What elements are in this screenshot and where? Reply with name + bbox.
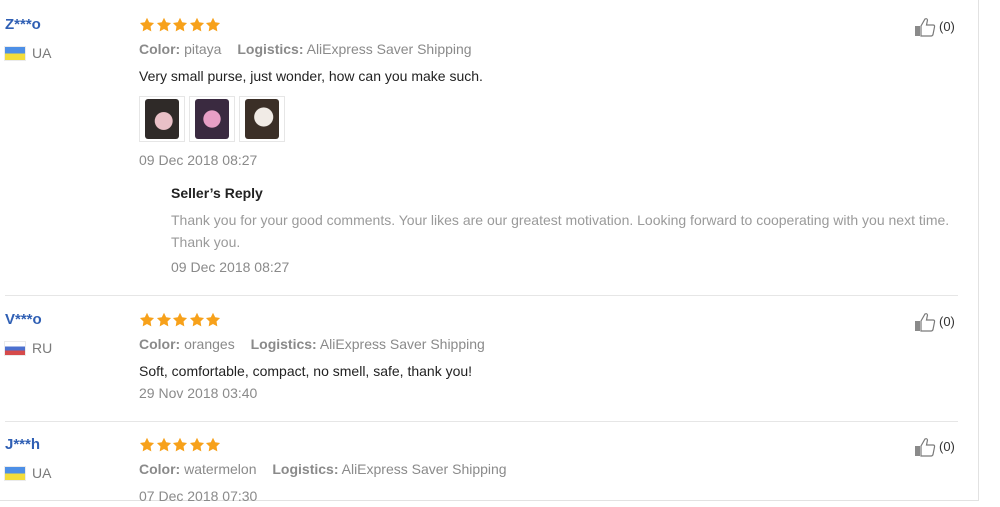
like-count: (0) xyxy=(939,19,955,34)
like-count: (0) xyxy=(939,439,955,454)
thumbs-up-icon[interactable] xyxy=(914,312,936,332)
reviewer-country: UA xyxy=(5,45,125,61)
star-icon xyxy=(139,17,155,32)
ukraine-flag-icon xyxy=(5,46,25,60)
like-button[interactable]: (0) xyxy=(914,16,955,38)
star-icon xyxy=(206,312,221,327)
logistics-value: AliExpress Saver Shipping xyxy=(341,461,507,477)
like-count: (0) xyxy=(939,314,955,329)
seller-reply-title: Seller’s Reply xyxy=(171,185,263,201)
country-code: UA xyxy=(32,465,52,481)
color-value: oranges xyxy=(184,336,235,352)
color-value: watermelon xyxy=(184,461,257,477)
seller-reply: Seller’s Reply Thank you for your good c… xyxy=(171,184,961,276)
color-label: Color: xyxy=(139,461,181,477)
review-photo-thumbnail[interactable] xyxy=(239,96,285,142)
star-icon xyxy=(189,17,204,32)
review-date: 29 Nov 2018 03:40 xyxy=(139,385,258,401)
review-photos xyxy=(139,96,959,142)
star-icon xyxy=(173,312,188,327)
review-body: Color: oranges Logistics: AliExpress Sav… xyxy=(139,311,959,402)
reviewer-info: J***h UA xyxy=(5,436,125,481)
star-icon xyxy=(156,17,171,32)
reviewer-country: UA xyxy=(5,465,125,481)
seller-reply-date: 09 Dec 2018 08:27 xyxy=(171,259,290,275)
star-icon xyxy=(206,17,221,32)
seller-reply-text: Thank you for your good comments. Your l… xyxy=(171,212,950,250)
star-rating xyxy=(139,311,959,329)
star-icon xyxy=(173,437,188,452)
order-info: Color: watermelon Logistics: AliExpress … xyxy=(139,460,959,478)
color-label: Color: xyxy=(139,336,181,352)
review-photo-thumbnail[interactable] xyxy=(189,96,235,142)
star-icon xyxy=(139,312,155,327)
review-date: 07 Dec 2018 07:30 xyxy=(139,488,258,504)
star-icon xyxy=(189,437,204,452)
thumbs-up-icon[interactable] xyxy=(914,437,936,457)
star-rating xyxy=(139,16,959,34)
star-icon xyxy=(189,312,204,327)
reviewer-name[interactable]: V***o xyxy=(5,311,125,329)
thumbs-up-icon[interactable] xyxy=(914,17,936,37)
reviewer-info: Z***o UA xyxy=(5,16,125,61)
star-icon xyxy=(173,17,188,32)
review-body: Color: watermelon Logistics: AliExpress … xyxy=(139,436,959,505)
reviewer-name[interactable]: Z***o xyxy=(5,16,125,34)
review-comment: Very small purse, just wonder, how can y… xyxy=(139,68,483,84)
star-icon xyxy=(156,312,171,327)
star-icon xyxy=(139,437,155,452)
review-body: Color: pitaya Logistics: AliExpress Save… xyxy=(139,16,959,276)
star-icon xyxy=(206,437,221,452)
review-divider xyxy=(5,421,958,422)
star-rating xyxy=(139,436,959,454)
color-value: pitaya xyxy=(184,41,222,57)
russia-flag-icon xyxy=(5,341,25,355)
logistics-value: AliExpress Saver Shipping xyxy=(306,41,472,57)
review-date: 09 Dec 2018 08:27 xyxy=(139,152,258,168)
reviewer-info: V***o RU xyxy=(5,311,125,356)
like-button[interactable]: (0) xyxy=(914,311,955,333)
review-photo-thumbnail[interactable] xyxy=(139,96,185,142)
logistics-label: Logistics: xyxy=(272,461,339,477)
order-info: Color: oranges Logistics: AliExpress Sav… xyxy=(139,335,959,353)
like-button[interactable]: (0) xyxy=(914,436,955,458)
star-icon xyxy=(156,437,171,452)
reviewer-country: RU xyxy=(5,340,125,356)
order-info: Color: pitaya Logistics: AliExpress Save… xyxy=(139,40,959,58)
logistics-value: AliExpress Saver Shipping xyxy=(319,336,485,352)
logistics-label: Logistics: xyxy=(250,336,317,352)
review-divider xyxy=(5,295,958,296)
country-code: UA xyxy=(32,45,52,61)
reviewer-name[interactable]: J***h xyxy=(5,436,125,454)
frame-right-edge xyxy=(978,0,979,500)
review-comment: Soft, comfortable, compact, no smell, sa… xyxy=(139,363,473,379)
country-code: RU xyxy=(32,340,53,356)
ukraine-flag-icon xyxy=(5,466,25,480)
color-label: Color: xyxy=(139,41,181,57)
logistics-label: Logistics: xyxy=(237,41,304,57)
